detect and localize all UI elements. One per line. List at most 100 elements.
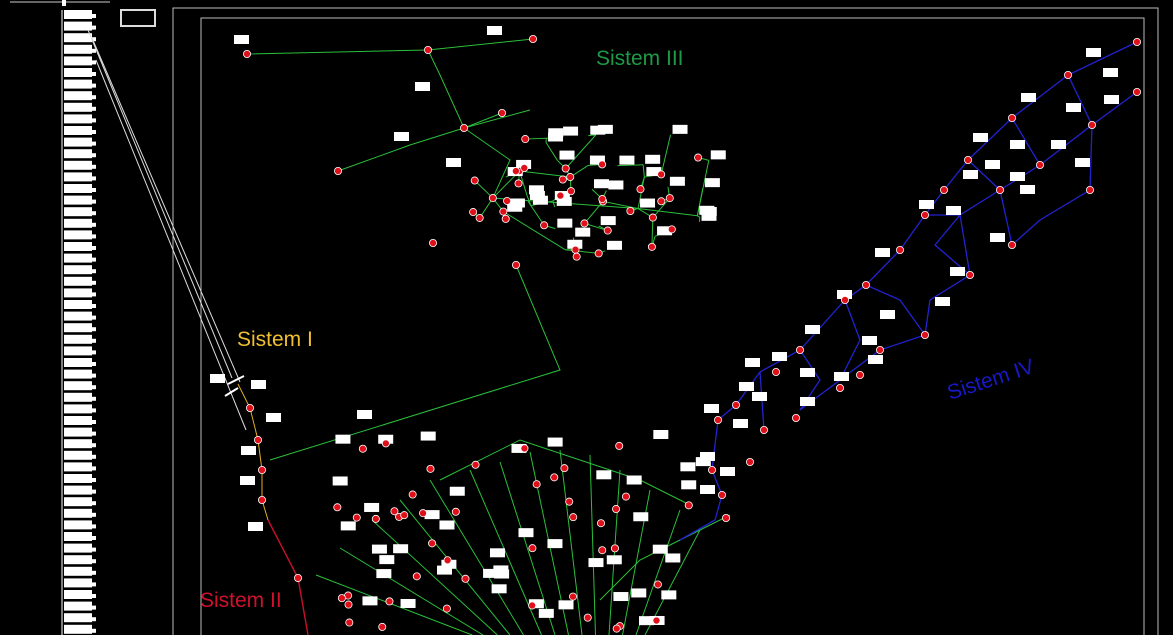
junction-node <box>657 197 666 206</box>
pipe-segment <box>697 215 700 218</box>
node-tag <box>340 521 356 531</box>
node-tag <box>613 592 629 602</box>
junction-node <box>470 176 479 185</box>
junction-node <box>488 194 497 203</box>
node-tag <box>1066 103 1081 112</box>
node-tag <box>559 150 575 160</box>
node-tag <box>538 608 554 618</box>
junction-node <box>419 509 428 518</box>
junction-node <box>242 50 251 59</box>
junction-node <box>598 160 607 169</box>
strip-row-tab <box>88 257 96 262</box>
junction-node <box>257 495 266 504</box>
strip-row <box>64 334 92 344</box>
strip-row <box>64 520 92 530</box>
label-sistem-2: Sistem II <box>200 589 282 612</box>
strip-row <box>64 33 92 43</box>
junction-node <box>337 594 346 603</box>
inner-frame <box>200 17 1145 635</box>
node-tag <box>557 218 573 228</box>
label-sistem-3: Sistem III <box>596 47 684 70</box>
pipe-segment <box>337 109 531 172</box>
junction-node <box>428 238 437 247</box>
strip-row-tab <box>88 315 96 320</box>
junction-node <box>694 153 703 162</box>
viewport-box[interactable] <box>120 9 156 27</box>
pipe-segment <box>267 519 309 635</box>
label-sistem-4: Sistem IV <box>944 355 1037 405</box>
junction-node <box>626 206 635 215</box>
strip-row-tab <box>88 420 96 424</box>
junction-node <box>371 514 380 523</box>
junction-node <box>722 514 731 523</box>
strip-row-tab <box>88 246 96 250</box>
strip-row <box>64 149 92 159</box>
junction-node <box>652 616 661 625</box>
strip-row-tab <box>88 153 96 158</box>
strip-row <box>64 497 92 507</box>
junction-node <box>426 464 435 473</box>
junction-node <box>390 507 399 516</box>
strip-row-tab <box>88 362 96 366</box>
pipe-segment <box>427 49 503 129</box>
strip-row <box>64 184 92 193</box>
junction-node <box>940 185 949 194</box>
node-tag <box>593 179 609 189</box>
junction-node <box>684 501 693 510</box>
node-tag <box>653 430 669 440</box>
pipe-segment <box>503 211 566 251</box>
junction-node <box>253 435 262 444</box>
node-tag <box>1075 158 1090 167</box>
node-tag <box>681 480 697 490</box>
junction-node <box>333 503 342 512</box>
node-tag <box>1010 140 1025 149</box>
junction-node <box>443 556 452 565</box>
junction-node <box>512 260 521 269</box>
junction-node <box>718 490 727 499</box>
junction-node <box>358 444 367 453</box>
strip-row <box>64 102 92 112</box>
junction-node <box>571 245 580 254</box>
strip-row <box>64 601 92 611</box>
node-tag <box>752 392 767 401</box>
strip-row <box>64 137 92 147</box>
strip-row-tab <box>88 304 96 308</box>
strip-row <box>64 10 92 19</box>
junction-node <box>612 505 621 514</box>
strip-row-tab <box>88 466 96 471</box>
node-tag <box>590 125 606 135</box>
node-tag <box>251 380 266 389</box>
strip-row-tab <box>88 431 96 436</box>
strip-row <box>64 21 92 31</box>
strip-row <box>64 485 92 495</box>
node-tag <box>720 467 735 476</box>
node-tag <box>424 510 440 520</box>
node-tag <box>1010 172 1025 181</box>
junction-node <box>461 574 470 583</box>
strip-row-tab <box>88 72 96 76</box>
junction-node <box>532 480 541 489</box>
junction-node <box>381 439 390 448</box>
junction-node <box>529 35 538 44</box>
strip-row <box>64 450 92 460</box>
strip-row-tab <box>88 628 96 633</box>
strip-row <box>64 624 92 634</box>
strip-row <box>64 311 92 321</box>
nodes <box>242 35 1142 633</box>
node-tag <box>362 596 378 606</box>
legend-strip <box>10 0 156 635</box>
pipe-segment <box>565 249 599 254</box>
node-tag <box>234 35 249 44</box>
node-tag <box>364 502 380 512</box>
junction-node <box>896 245 905 254</box>
node-tag <box>547 539 563 549</box>
strip-row-tab <box>88 559 96 564</box>
node-tag <box>800 368 815 377</box>
node-tag <box>394 132 409 141</box>
node-tag <box>415 82 430 91</box>
junction-node <box>760 425 769 434</box>
strip-row-tab <box>88 130 96 134</box>
junction-node <box>647 242 656 251</box>
junction-node <box>583 613 592 622</box>
strip-row-tab <box>88 478 96 482</box>
